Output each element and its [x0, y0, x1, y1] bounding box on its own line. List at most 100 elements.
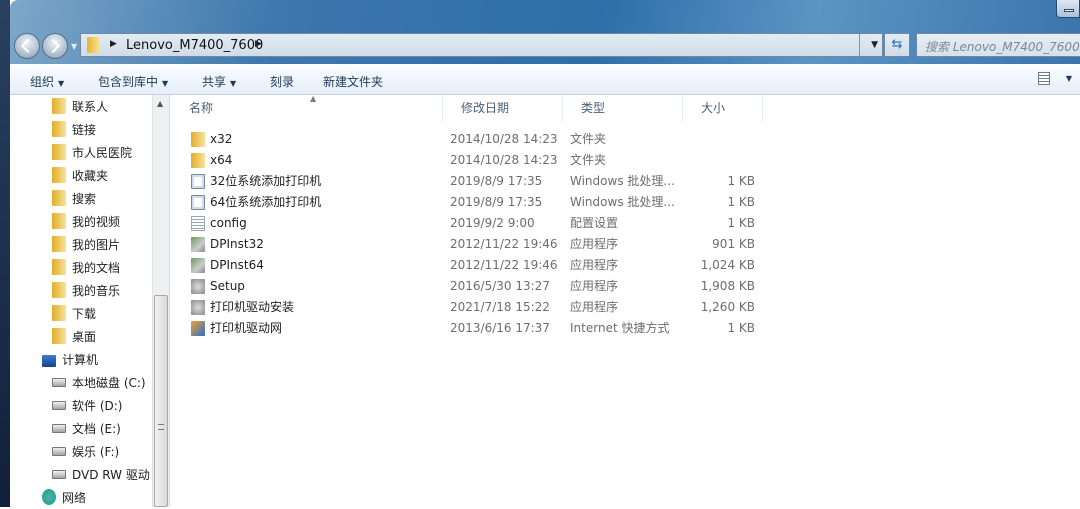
file-size: 1,260 KB [700, 300, 755, 314]
nav-scrollbar[interactable]: ▲ [152, 95, 169, 507]
nav-item[interactable]: 网络 [42, 487, 86, 509]
nav-item[interactable]: 软件 (D:) [52, 395, 122, 417]
organize-button[interactable]: 组织 ▼ [30, 73, 64, 90]
nav-item[interactable]: 文档 (E:) [52, 418, 121, 440]
breadcrumb-separator-icon[interactable]: ▶ [110, 39, 117, 49]
nav-item[interactable]: 我的图片 [52, 234, 120, 256]
view-options-icon[interactable] [1038, 72, 1050, 85]
nav-item[interactable]: DVD RW 驱动 [52, 464, 150, 486]
nav-item[interactable]: 我的文档 [52, 257, 120, 279]
nav-item[interactable]: 我的视频 [52, 211, 120, 233]
file-row[interactable]: DPInst32 2012/11/22 19:46 应用程序 901 KB [171, 234, 771, 255]
breadcrumb-separator-icon[interactable]: ▶ [255, 39, 262, 49]
file-name: DPInst32 [210, 237, 264, 251]
breadcrumb-item[interactable]: Lenovo_M7400_7600 [126, 38, 263, 53]
nav-item-label: 搜索 [72, 192, 97, 206]
nav-item-label: 网络 [62, 491, 87, 505]
file-row[interactable]: 打印机驱动网 2013/6/16 17:37 Internet 快捷方式 1 K… [171, 318, 771, 339]
forward-button[interactable] [42, 33, 68, 59]
file-size: 1 KB [727, 321, 755, 335]
nav-item-label: 文档 (E:) [72, 422, 121, 436]
nav-item[interactable]: 桌面 [52, 326, 96, 348]
view-dropdown-icon[interactable]: ▼ [1066, 74, 1072, 83]
nav-item[interactable]: 我的音乐 [52, 280, 120, 302]
nav-item[interactable]: 下载 [52, 303, 96, 325]
file-date: 2012/11/22 19:46 [450, 258, 558, 272]
scroll-up-icon[interactable]: ▲ [157, 99, 163, 108]
file-type: Internet 快捷方式 [570, 321, 670, 335]
file-type: Windows 批处理... [570, 195, 675, 209]
file-type: 应用程序 [570, 237, 619, 251]
nav-item-label: 本地磁盘 (C:) [72, 376, 146, 390]
installer-icon [191, 279, 205, 294]
nav-item[interactable]: 市人民医院 [52, 142, 132, 164]
address-bar[interactable]: ▶ Lenovo_M7400_7600 ▶ ▼ [80, 33, 883, 57]
drive-icon [52, 424, 66, 433]
share-button[interactable]: 共享 ▼ [202, 73, 236, 90]
folder-icon [52, 144, 66, 160]
chevron-down-icon: ▼ [58, 79, 65, 88]
desktop-edge [0, 0, 10, 507]
recent-pages-dropdown[interactable]: ▼ [71, 42, 77, 51]
search-input[interactable]: 搜索 Lenovo_M7400_7600 [916, 33, 1080, 57]
include-library-button[interactable]: 包含到库中 ▼ [98, 73, 168, 90]
file-type: 应用程序 [570, 300, 619, 314]
file-row[interactable]: 32位系统添加打印机 2019/8/9 17:35 Windows 批处理...… [171, 171, 771, 192]
nav-item[interactable]: 链接 [52, 119, 96, 141]
folder-icon [87, 37, 99, 53]
nav-item-label: 我的视频 [72, 215, 121, 229]
nav-item[interactable]: 收藏夹 [52, 165, 108, 187]
new-folder-button[interactable]: 新建文件夹 [323, 73, 383, 90]
file-row[interactable]: x64 2014/10/28 14:23 文件夹 [171, 150, 771, 171]
file-date: 2013/6/16 17:37 [450, 321, 550, 335]
file-row[interactable]: config 2019/9/2 9:00 配置设置 1 KB [171, 213, 771, 234]
column-header-name[interactable]: 名称 [171, 95, 443, 122]
sort-ascending-icon: ▲ [310, 94, 317, 103]
nav-item-label: 联系人 [72, 100, 109, 114]
address-dropdown-icon[interactable]: ▼ [871, 40, 878, 50]
minimize-button[interactable] [1056, 0, 1080, 18]
folder-search-icon [52, 190, 66, 206]
file-row[interactable]: DPInst64 2012/11/22 19:46 应用程序 1,024 KB [171, 255, 771, 276]
nav-item[interactable]: 计算机 [42, 349, 98, 371]
drive-icon [52, 401, 66, 410]
system-drive-icon [52, 378, 66, 387]
burn-button[interactable]: 刻录 [270, 73, 294, 90]
column-header-date[interactable]: 修改日期 [443, 95, 563, 122]
file-name: 64位系统添加打印机 [210, 195, 322, 209]
include-library-label: 包含到库中 [98, 75, 159, 89]
column-header-size[interactable]: 大小 [683, 95, 763, 122]
nav-item-label: 我的图片 [72, 238, 121, 252]
file-row[interactable]: x32 2014/10/28 14:23 文件夹 [171, 129, 771, 150]
navigation-pane: 联系人链接 市人民医院 收藏夹搜索我的视频我的图片我的文档我的音乐下载 桌面 计算机本地… [10, 95, 170, 507]
file-row[interactable]: 打印机驱动安装 2021/7/18 15:22 应用程序 1,260 KB [171, 297, 771, 318]
file-name: x32 [210, 132, 233, 146]
file-size: 1 KB [727, 195, 755, 209]
column-header-type[interactable]: 类型 [563, 95, 683, 122]
application-icon [191, 237, 205, 252]
nav-item[interactable]: 联系人 [52, 96, 108, 118]
back-button[interactable] [14, 33, 40, 59]
scrollbar-thumb[interactable] [154, 295, 168, 507]
nav-item-label: 我的音乐 [72, 284, 121, 298]
folder-desktop-icon [52, 328, 66, 344]
file-name: 打印机驱动安装 [210, 300, 295, 314]
refresh-button[interactable]: ⇆ [884, 33, 910, 57]
file-size: 1,024 KB [700, 258, 755, 272]
file-size: 1 KB [727, 174, 755, 188]
application-icon [191, 258, 205, 273]
file-date: 2019/8/9 17:35 [450, 195, 543, 209]
file-type: 应用程序 [570, 279, 619, 293]
file-row[interactable]: 64位系统添加打印机 2019/8/9 17:35 Windows 批处理...… [171, 192, 771, 213]
nav-item[interactable]: 搜索 [52, 188, 96, 210]
nav-item[interactable]: 娱乐 (F:) [52, 441, 119, 463]
file-row[interactable]: Setup 2016/5/30 13:27 应用程序 1,908 KB [171, 276, 771, 297]
drive-icon [52, 447, 66, 456]
file-date: 2014/10/28 14:23 [450, 132, 558, 146]
file-date: 2019/8/9 17:35 [450, 174, 543, 188]
batch-file-icon [191, 174, 205, 189]
file-date: 2012/11/22 19:46 [450, 237, 558, 251]
file-type: 配置设置 [570, 216, 619, 230]
file-type: 应用程序 [570, 258, 619, 272]
nav-item[interactable]: 本地磁盘 (C:) [52, 372, 146, 394]
